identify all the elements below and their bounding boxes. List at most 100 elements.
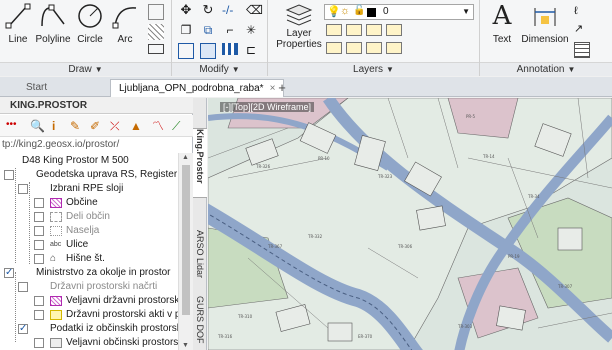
layer-tool-1-icon[interactable] (326, 24, 342, 36)
tree-item[interactable]: Veljavni občinski prostorski (0, 336, 178, 350)
rotate-icon[interactable]: ↻ (200, 3, 216, 19)
viewport-controls-label[interactable]: [-][Top][2D Wireframe] (220, 102, 315, 112)
checkbox[interactable] (34, 240, 44, 250)
tab-drawing-label: Ljubljana_OPN_podrobna_raba* (119, 83, 264, 94)
checkbox[interactable] (4, 266, 14, 280)
sidetab-arso-lidar[interactable]: ARSO Lidar (193, 230, 207, 292)
move-icon[interactable]: ✥ (178, 3, 194, 19)
tree-item[interactable]: ⌂ Hišne št. (0, 252, 178, 266)
checkbox[interactable] (34, 296, 44, 306)
scroll-down-icon[interactable]: ▼ (182, 342, 189, 349)
checkbox[interactable] (18, 322, 28, 336)
scroll-thumb[interactable] (182, 165, 190, 315)
dots-icon[interactable]: ••• (6, 119, 20, 133)
tree-item[interactable]: Občine (0, 196, 178, 210)
circle-button[interactable]: Circle (74, 2, 106, 45)
fillet-icon[interactable]: ⌐ (222, 23, 238, 39)
layer-properties-label: Layer Properties (276, 28, 322, 50)
new-tab-button[interactable]: + (272, 79, 292, 97)
tree-item[interactable]: Državni prostorski akti v prip (0, 308, 178, 322)
edit-icon[interactable]: ✎ (70, 119, 84, 133)
layer-tool-3-icon[interactable] (366, 24, 382, 36)
mirror-icon[interactable]: ⧉ (200, 23, 216, 39)
dimension-label: Dimension (521, 34, 569, 45)
tab-drawing[interactable]: Ljubljana_OPN_podrobna_raba* × (110, 79, 285, 97)
layer-dropdown[interactable]: 💡 ☼ 🔓 0 ▼ (324, 4, 474, 20)
layer-tool-4-icon[interactable] (386, 24, 402, 36)
line-icon (5, 3, 31, 29)
checkbox[interactable] (18, 184, 28, 194)
graph-icon[interactable]: 〽 (152, 119, 166, 133)
checkbox[interactable] (34, 212, 44, 222)
layer-tool-8-icon[interactable] (386, 42, 402, 54)
stretch-icon[interactable] (178, 43, 194, 59)
tree-item[interactable]: Deli občin (0, 210, 178, 224)
scroll-up-icon[interactable]: ▲ (182, 154, 189, 161)
palette-title: KING.PROSTOR (0, 98, 193, 114)
layer-tool-2-icon[interactable] (346, 24, 362, 36)
tree-item[interactable]: D48 King Prostor M 500 (0, 154, 178, 168)
scale-icon[interactable] (200, 43, 216, 59)
array-icon[interactable] (222, 43, 238, 55)
copy-icon[interactable]: ❐ (178, 23, 194, 39)
tree-item[interactable]: abc Ulice (0, 238, 178, 252)
tree-item[interactable]: Naselja (0, 224, 178, 238)
layer-tool-6-icon[interactable] (346, 42, 362, 54)
sidetab-gurs-dof[interactable]: GURS DOF (193, 296, 207, 350)
checkbox[interactable] (34, 254, 44, 264)
svg-text:TR-332: TR-332 (307, 234, 323, 239)
tree-item-label: Deli občin (66, 211, 110, 222)
cadastral-map: TR-326 PR-10 TR-323 PR-5 TR-14 TR-34 TR-367 T… (208, 98, 612, 350)
drawing-viewport[interactable]: TR-326 PR-10 TR-323 PR-5 TR-14 TR-34 TR-367 T… (208, 98, 612, 350)
tree-item-label: Državni prostorski načrti (50, 281, 158, 292)
offset-icon[interactable]: ⊏ (246, 43, 262, 59)
checkbox[interactable] (4, 170, 14, 180)
tree-item[interactable]: Ministrstvo za okolje in prostor (0, 266, 178, 280)
search-icon[interactable]: 🔍 (30, 119, 45, 133)
checkbox[interactable] (34, 338, 44, 348)
explode-icon[interactable]: ✳ (246, 23, 262, 39)
sidetab-king-prostor[interactable]: King.Prostor (193, 128, 207, 198)
tab-start[interactable]: Start (18, 79, 55, 97)
tree-item[interactable]: Državni prostorski načrti (0, 280, 178, 294)
rectangle-icon[interactable] (148, 44, 164, 54)
tree-item[interactable]: Veljavni državni prostorski a (0, 294, 178, 308)
veljavni-drzavni-legend-icon (50, 296, 62, 306)
pencil-icon[interactable]: ✐ (90, 119, 104, 133)
tree-scrollbar[interactable]: ▲ ▼ (178, 153, 193, 350)
annotation-panel-title[interactable]: Annotation ▼ (480, 62, 612, 76)
text-button[interactable]: A Text (486, 2, 518, 45)
tree-item-label: Hišne št. (66, 253, 105, 264)
info-icon[interactable]: i (52, 119, 66, 133)
measure-icon[interactable]: ⤫ (110, 119, 124, 133)
checkbox[interactable] (18, 282, 28, 292)
erase-icon[interactable]: ⌫ (246, 3, 263, 19)
multileader-icon[interactable]: ↗ (574, 22, 590, 38)
tree-item[interactable]: Izbrani RPE sloji (0, 182, 178, 196)
polyline-button[interactable]: Polyline (33, 2, 73, 45)
checkbox[interactable] (34, 226, 44, 236)
dimension-button[interactable]: Dimension (520, 2, 570, 45)
arc-button[interactable]: Arc (110, 2, 140, 45)
draw-panel-title[interactable]: Draw ▼ (0, 62, 171, 76)
leader-icon[interactable]: ℓ (574, 4, 590, 20)
layer-properties-button[interactable]: Layer Properties (276, 2, 322, 50)
trim-icon[interactable]: -/- (222, 3, 238, 19)
modify-panel-title[interactable]: Modify ▼ (172, 62, 267, 76)
hatch-icon[interactable] (148, 24, 164, 40)
table-icon[interactable] (574, 42, 590, 58)
layer-tool-7-icon[interactable] (366, 42, 382, 54)
tree-item[interactable]: Geodetska uprava RS, Register prost (0, 168, 178, 182)
checkbox[interactable] (34, 310, 44, 320)
chart-icon[interactable]: ▲ (130, 119, 144, 133)
line-button[interactable]: Line (3, 2, 33, 45)
tree-item[interactable]: Podatki iz občinskih prostorskih (0, 322, 178, 336)
checkbox[interactable] (34, 198, 44, 208)
polyline-icon (41, 4, 65, 27)
draw-more-icon[interactable] (148, 4, 164, 20)
layer-tool-5-icon[interactable] (326, 42, 342, 54)
profile-icon[interactable]: ⟋ (172, 119, 186, 133)
layers-panel-title[interactable]: Layers ▼ (268, 62, 479, 76)
modify-panel: ✥ ↻ -/- ❐ ⧉ ⌐ ⌫ ✳ ⊏ Modify ▼ (172, 0, 268, 76)
deli-obcin-legend-icon (50, 212, 62, 222)
